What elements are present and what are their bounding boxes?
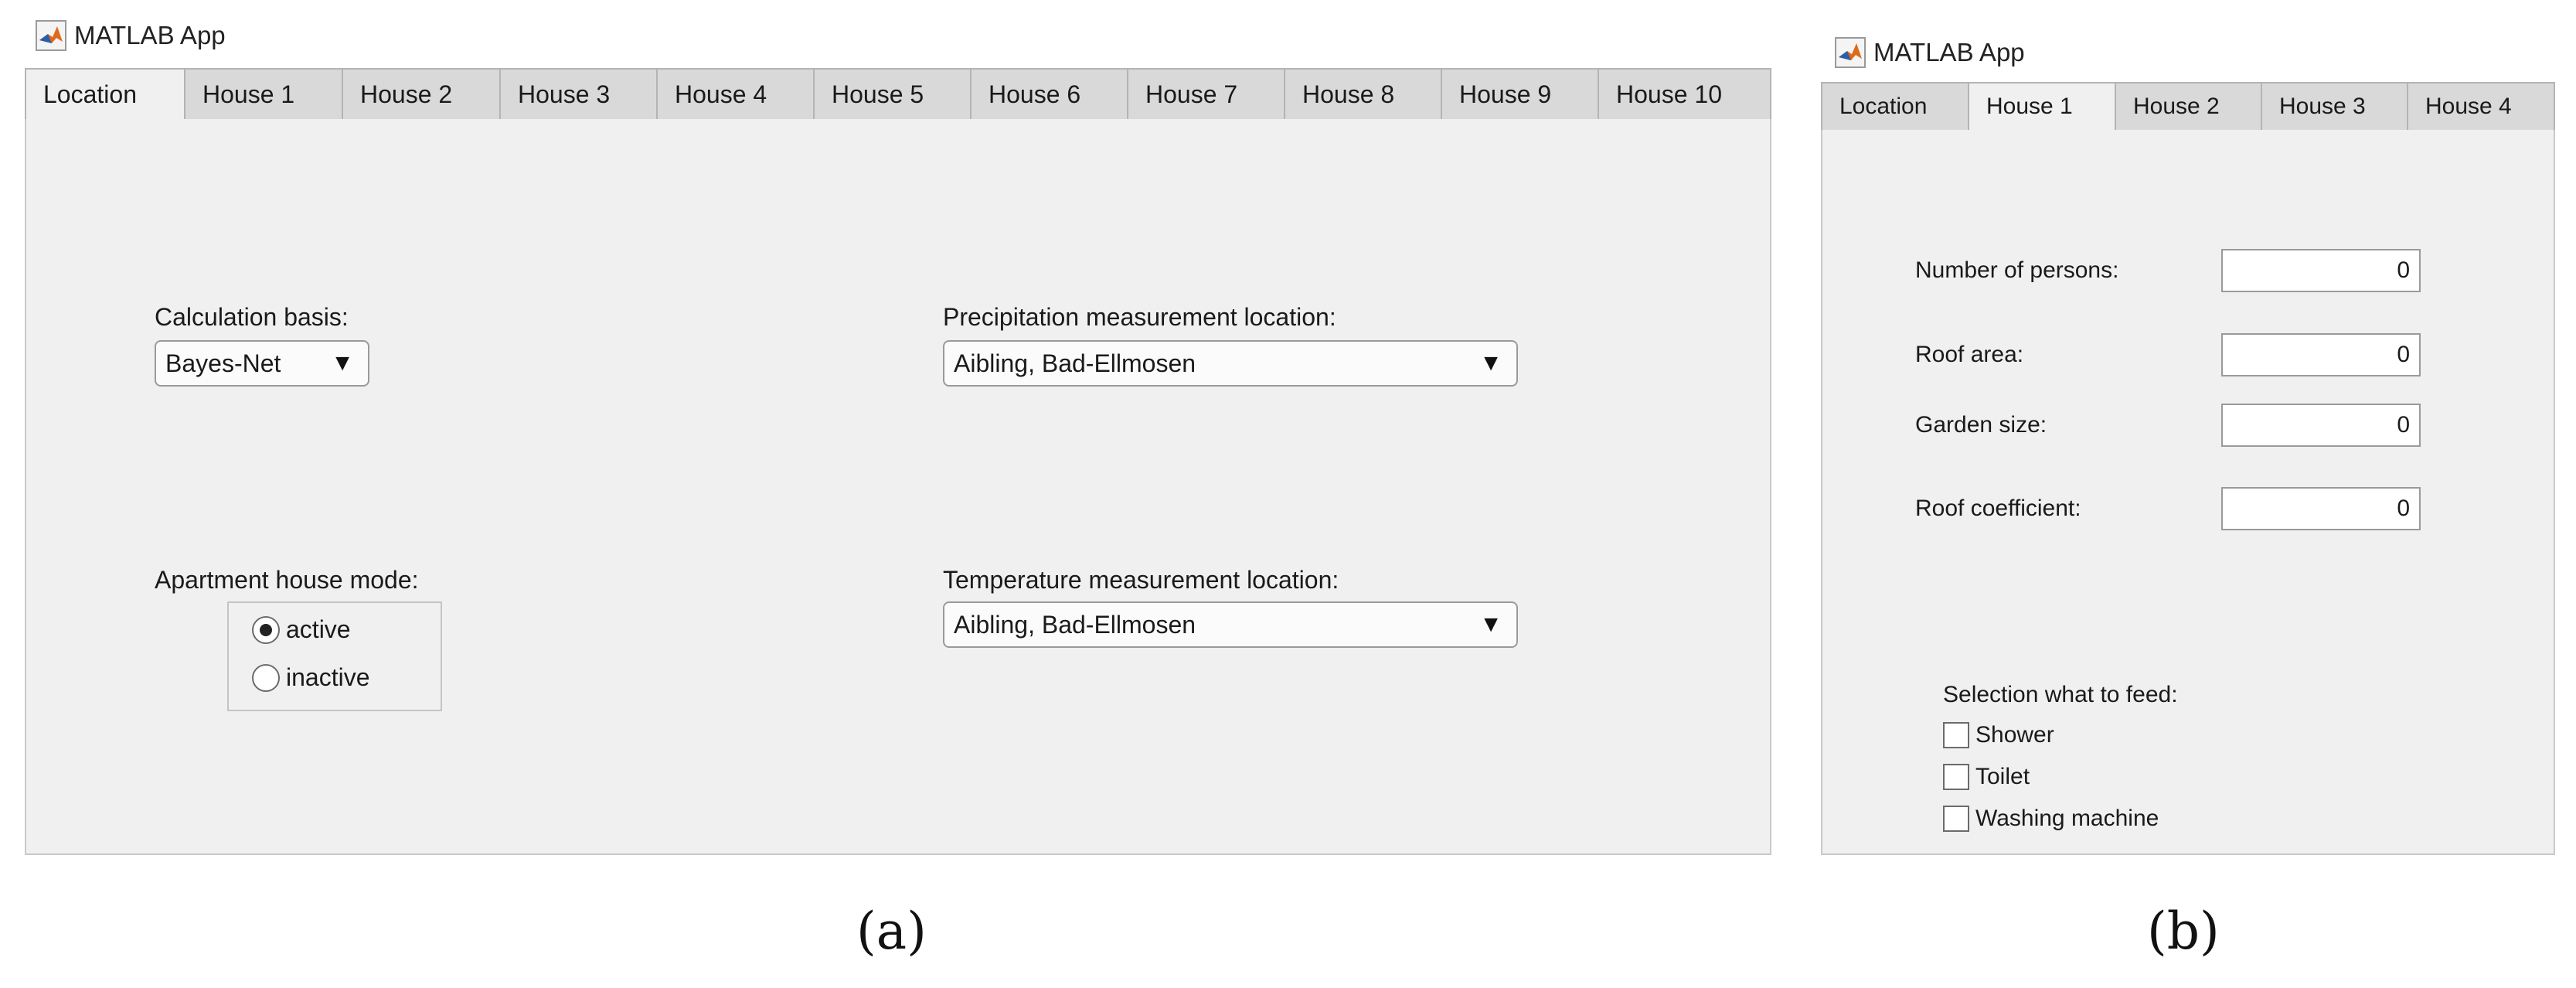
tab-house-4[interactable]: House 4: [2408, 82, 2555, 131]
caption-a: (a): [856, 901, 927, 961]
dropdown-value: Aibling, Bad-Ellmosen: [954, 610, 1196, 639]
tab-house-7[interactable]: House 7: [1128, 68, 1285, 121]
radio-button-icon: [252, 663, 280, 692]
radio-selected-dot: [260, 623, 272, 636]
tab-label: House 7: [1145, 80, 1238, 108]
radio-label: active: [286, 615, 351, 643]
tab-location[interactable]: Location: [1821, 82, 1969, 131]
radio-active[interactable]: active: [252, 615, 351, 644]
dropdown-arrow-icon: ▼: [331, 350, 354, 376]
tab-label: Location: [43, 80, 137, 108]
tab-label: House 3: [2279, 94, 2366, 119]
dropdown-value: Aibling, Bad-Ellmosen: [954, 349, 1196, 377]
checkbox-icon: [1943, 806, 1969, 832]
temperature-location-label: Temperature measurement location:: [943, 566, 1339, 594]
precipitation-location-label: Precipitation measurement location:: [943, 303, 1336, 331]
caption-b: (b): [2147, 901, 2220, 961]
tab-house-9[interactable]: House 9: [1442, 68, 1599, 121]
tab-house-1[interactable]: House 1: [1969, 82, 2116, 131]
checkbox-icon: [1943, 764, 1969, 790]
tab-label: House 5: [832, 80, 924, 108]
tab-house-5[interactable]: House 5: [815, 68, 972, 121]
checkbox-label: Toilet: [1975, 764, 2030, 789]
tab-label: House 4: [675, 80, 767, 108]
tab-panel-house-1: [1821, 130, 2555, 855]
tab-label: House 2: [2133, 94, 2220, 119]
tab-house-4[interactable]: House 4: [658, 68, 815, 121]
calculation-basis-label: Calculation basis:: [155, 303, 349, 331]
field-value: 0: [2397, 496, 2410, 521]
apartment-mode-label: Apartment house mode:: [155, 566, 419, 594]
tab-label: House 4: [2425, 94, 2512, 119]
calculation-basis-dropdown[interactable]: Bayes-Net ▼: [155, 340, 369, 387]
window-title-text: MATLAB App: [1873, 38, 2025, 66]
tab-label: House 1: [202, 80, 295, 108]
radio-button-icon: [252, 615, 280, 644]
number-of-persons-field[interactable]: 0: [2221, 249, 2421, 292]
matlab-logo-icon: [1835, 37, 1866, 68]
tab-bar-b: Location House 1 House 2 House 3 House 4: [1821, 82, 2555, 131]
checkbox-icon: [1943, 722, 1969, 748]
tab-house-2[interactable]: House 2: [2116, 82, 2262, 131]
window-title-a: MATLAB App: [36, 20, 226, 51]
roof-coefficient-field[interactable]: 0: [2221, 487, 2421, 530]
precipitation-location-dropdown[interactable]: Aibling, Bad-Ellmosen ▼: [943, 340, 1518, 387]
tab-house-10[interactable]: House 10: [1599, 68, 1771, 121]
tab-house-3[interactable]: House 3: [2262, 82, 2408, 131]
matlab-logo-icon: [36, 20, 66, 51]
temperature-location-dropdown[interactable]: Aibling, Bad-Ellmosen ▼: [943, 601, 1518, 648]
tab-panel-location: [25, 119, 1771, 855]
garden-size-label: Garden size:: [1915, 412, 2047, 438]
field-value: 0: [2397, 257, 2410, 283]
roof-coefficient-label: Roof coefficient:: [1915, 496, 2081, 521]
dropdown-arrow-icon: ▼: [1479, 350, 1502, 376]
field-value: 0: [2397, 342, 2410, 367]
garden-size-field[interactable]: 0: [2221, 404, 2421, 447]
tab-bar-a: Location House 1 House 2 House 3 House 4…: [25, 68, 1771, 121]
field-value: 0: [2397, 412, 2410, 438]
tab-label: Location: [1839, 94, 1928, 119]
tab-house-3[interactable]: House 3: [501, 68, 658, 121]
tab-house-1[interactable]: House 1: [185, 68, 343, 121]
window-title-text: MATLAB App: [74, 21, 226, 49]
roof-area-label: Roof area:: [1915, 342, 2024, 367]
radio-inactive[interactable]: inactive: [252, 663, 370, 692]
tab-label: House 3: [518, 80, 611, 108]
tab-label: House 9: [1459, 80, 1552, 108]
dropdown-value: Bayes-Net: [165, 349, 281, 377]
window-title-b: MATLAB App: [1835, 37, 2025, 68]
number-of-persons-label: Number of persons:: [1915, 257, 2119, 283]
tab-label: House 10: [1616, 80, 1722, 108]
radio-label: inactive: [286, 663, 370, 691]
tab-label: House 1: [1986, 94, 2073, 119]
dropdown-arrow-icon: ▼: [1479, 612, 1502, 637]
feed-selection-label: Selection what to feed:: [1943, 682, 2178, 707]
apartment-mode-radio-group: active inactive: [227, 601, 442, 711]
tab-location[interactable]: Location: [25, 68, 185, 121]
checkbox-label: Shower: [1975, 722, 2054, 748]
tab-label: House 2: [360, 80, 453, 108]
tab-house-2[interactable]: House 2: [343, 68, 501, 121]
checkbox-shower[interactable]: Shower: [1943, 722, 2054, 748]
checkbox-toilet[interactable]: Toilet: [1943, 764, 2030, 790]
tab-label: House 8: [1302, 80, 1395, 108]
checkbox-label: Washing machine: [1975, 806, 2159, 831]
roof-area-field[interactable]: 0: [2221, 333, 2421, 376]
tab-house-6[interactable]: House 6: [972, 68, 1128, 121]
tab-label: House 6: [989, 80, 1081, 108]
tab-house-8[interactable]: House 8: [1285, 68, 1442, 121]
checkbox-washing-machine[interactable]: Washing machine: [1943, 806, 2159, 832]
